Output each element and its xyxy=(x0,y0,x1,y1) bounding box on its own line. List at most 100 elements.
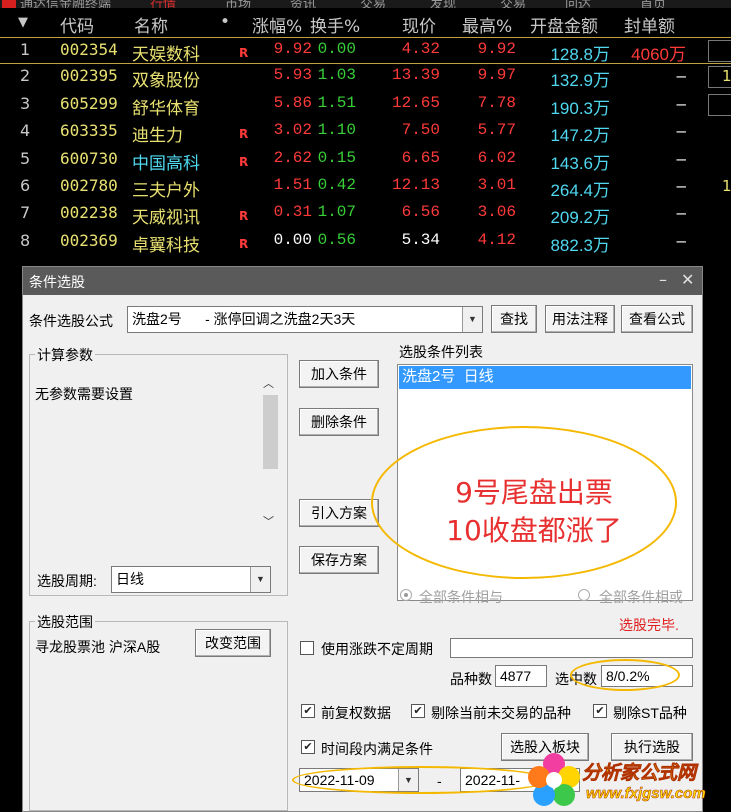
scroll-thumb[interactable] xyxy=(263,395,278,469)
stock-code: 002395 xyxy=(60,66,118,86)
table-row[interactable]: 4 603335 迪生力 R 3.02 1.10 7.50 5.77 147.2万 – xyxy=(0,119,731,146)
high-pct: 3.01 xyxy=(477,176,516,194)
chevron-down-icon[interactable]: ▼ xyxy=(250,567,270,592)
stock-name: 双象股份 xyxy=(132,71,200,92)
forward-adjust-label[interactable]: 前复权数据 xyxy=(321,703,391,723)
stock-name: 天威视讯 xyxy=(132,208,200,229)
stock-code: 603335 xyxy=(60,121,118,141)
var-period-input[interactable] xyxy=(450,638,693,658)
add-condition-button[interactable]: 加入条件 xyxy=(299,360,379,388)
scroll-up-icon[interactable]: ︿ xyxy=(263,375,274,391)
open-amount: 128.8万 xyxy=(550,45,610,64)
params-text: 无参数需要设置 xyxy=(35,386,133,402)
menu-tab-trade[interactable]: 交易 xyxy=(360,0,386,8)
col-header-seal-amount[interactable]: 封单额 xyxy=(624,12,675,37)
time-range-checkbox[interactable]: ✔ xyxy=(301,740,315,754)
table-row[interactable]: 5 600730 中国高科 R 2.62 0.15 6.65 6.02 143.6万 – xyxy=(0,147,731,174)
col-header-code[interactable]: 代码 xyxy=(60,12,94,37)
menu-tab-market[interactable]: 市场 xyxy=(225,0,251,8)
change-pct: 3.02 xyxy=(273,121,312,140)
change-pct: 2.62 xyxy=(273,148,312,167)
col-header-name[interactable]: 名称 xyxy=(134,12,168,37)
exclude-untraded-label[interactable]: 剔除当前未交易的品种 xyxy=(431,703,571,723)
change-pct: 1.51 xyxy=(273,176,312,194)
sort-marker-icon[interactable]: ▼ xyxy=(18,15,28,30)
table-row[interactable]: 2 002395 双象股份 5.93 1.03 13.39 9.97 132.9万 – 1 xyxy=(0,64,731,91)
delete-condition-button[interactable]: 删除条件 xyxy=(299,408,379,436)
col-header-high[interactable]: 最高% xyxy=(462,12,512,37)
stock-name: 三夫户外 xyxy=(132,181,200,201)
col-header-change[interactable]: 涨幅% xyxy=(252,12,302,37)
stock-code: 002354 xyxy=(60,40,118,59)
save-plan-button[interactable]: 保存方案 xyxy=(299,546,379,574)
stock-name: 舒华体育 xyxy=(132,98,200,119)
col-header-turnover[interactable]: 换手% xyxy=(310,12,360,37)
forward-adjust-checkbox[interactable]: ✔ xyxy=(301,704,315,718)
radio-or-label[interactable]: 全部条件相或 xyxy=(599,587,683,607)
edge-value: 1 xyxy=(722,67,731,86)
menu-tab-trade-2[interactable]: 交易 xyxy=(500,0,526,8)
table-row[interactable]: 3 605299 舒华体育 5.86 1.51 12.65 7.78 190.3万 – xyxy=(0,92,731,119)
formula-select[interactable]: 洗盘2号 - 涨停回调之洗盘2天3天 ▼ xyxy=(127,306,483,333)
menu-tab-news[interactable]: 资讯 xyxy=(290,0,316,8)
close-icon[interactable]: ✕ xyxy=(681,270,694,289)
exclude-st-label[interactable]: 剔除ST品种 xyxy=(613,703,687,723)
table-row[interactable]: 1 002354 天娱数科 R 9.92 0.00 4.32 9.92 128.8万 4060万 xyxy=(0,37,731,65)
table-row[interactable]: 6 002780 三夫户外 1.51 0.42 12.13 3.01 264.4万 – 1 xyxy=(0,174,731,201)
open-amount: 264.4万 xyxy=(550,181,610,200)
change-pct: 0.31 xyxy=(273,203,312,222)
minimize-icon[interactable]: – xyxy=(659,270,667,289)
condition-list-item[interactable]: 洗盘2号 日线 xyxy=(399,366,691,389)
turnover-pct: 1.03 xyxy=(317,66,356,85)
exclude-st-checkbox[interactable]: ✔ xyxy=(593,704,607,718)
exclude-untraded-checkbox[interactable]: ✔ xyxy=(411,704,425,718)
flower-logo-icon xyxy=(528,753,580,806)
count-label: 品种数 xyxy=(450,671,492,687)
change-range-button[interactable]: 改变范围 xyxy=(195,629,271,657)
watermark: 分析家公式网 www.fxjgsw.com xyxy=(520,748,731,812)
col-header-price[interactable]: 现价 xyxy=(402,12,436,37)
formula-value: 洗盘2号 - 涨停回调之洗盘2天3天 xyxy=(132,311,356,327)
menu-tab-home[interactable]: 首页 xyxy=(640,0,666,8)
seal-amount: – xyxy=(676,93,686,113)
row-index: 1 xyxy=(20,40,31,59)
col-header-open-amount[interactable]: 开盘金额 xyxy=(530,12,598,37)
change-pct: 5.93 xyxy=(273,66,312,85)
row-index: 2 xyxy=(20,66,31,86)
radio-and-label[interactable]: 全部条件相与 xyxy=(419,587,503,607)
change-pct: 0.00 xyxy=(273,230,312,249)
time-range-label[interactable]: 时间段内满足条件 xyxy=(321,739,433,759)
margin-flag-badge: R xyxy=(239,46,249,60)
period-select[interactable]: 日线 ▼ xyxy=(111,566,271,593)
view-formula-button[interactable]: 查看公式 xyxy=(621,305,693,333)
params-scrollbar[interactable]: ︿ ﹀ xyxy=(262,373,279,533)
var-period-checkbox[interactable] xyxy=(300,641,314,655)
high-pct: 6.02 xyxy=(477,148,516,167)
seal-amount: – xyxy=(676,148,686,168)
table-row[interactable]: 8 002369 卓翼科技 R 0.00 0.56 5.34 4.12 882.3万 – xyxy=(0,229,731,256)
radio-and[interactable] xyxy=(400,589,412,601)
turnover-pct: 1.10 xyxy=(317,121,356,140)
open-amount: 143.6万 xyxy=(550,153,610,173)
dialog-titlebar[interactable]: 条件选股 – ✕ xyxy=(23,267,702,295)
range-group-title: 选股范围 xyxy=(35,612,95,632)
seal-amount: – xyxy=(676,230,686,250)
stock-code: 605299 xyxy=(60,93,118,113)
var-period-label[interactable]: 使用涨跌不定周期 xyxy=(321,639,433,659)
menu-tab-quotes[interactable]: 行情 xyxy=(150,0,176,8)
usage-notes-button[interactable]: 用法注释 xyxy=(545,305,615,333)
col-header-dot[interactable]: • xyxy=(220,12,230,32)
search-formula-button[interactable]: 查找 xyxy=(491,305,537,333)
chevron-down-icon[interactable]: ▼ xyxy=(462,307,482,332)
import-plan-button[interactable]: 引入方案 xyxy=(299,499,379,527)
scroll-down-icon[interactable]: ﹀ xyxy=(263,513,274,529)
menu-tab-ask[interactable]: 问达 xyxy=(565,0,591,8)
margin-flag-badge: R xyxy=(239,209,249,224)
edge-cell xyxy=(708,40,731,62)
radio-or[interactable] xyxy=(578,589,590,601)
high-pct: 3.06 xyxy=(477,203,516,222)
table-row[interactable]: 7 002238 天威视讯 R 0.31 1.07 6.56 3.06 209.2万 – xyxy=(0,201,731,228)
last-price: 12.65 xyxy=(391,93,440,112)
params-group-title: 计算参数 xyxy=(35,345,95,365)
menu-tab-discover[interactable]: 发现 xyxy=(430,0,456,8)
